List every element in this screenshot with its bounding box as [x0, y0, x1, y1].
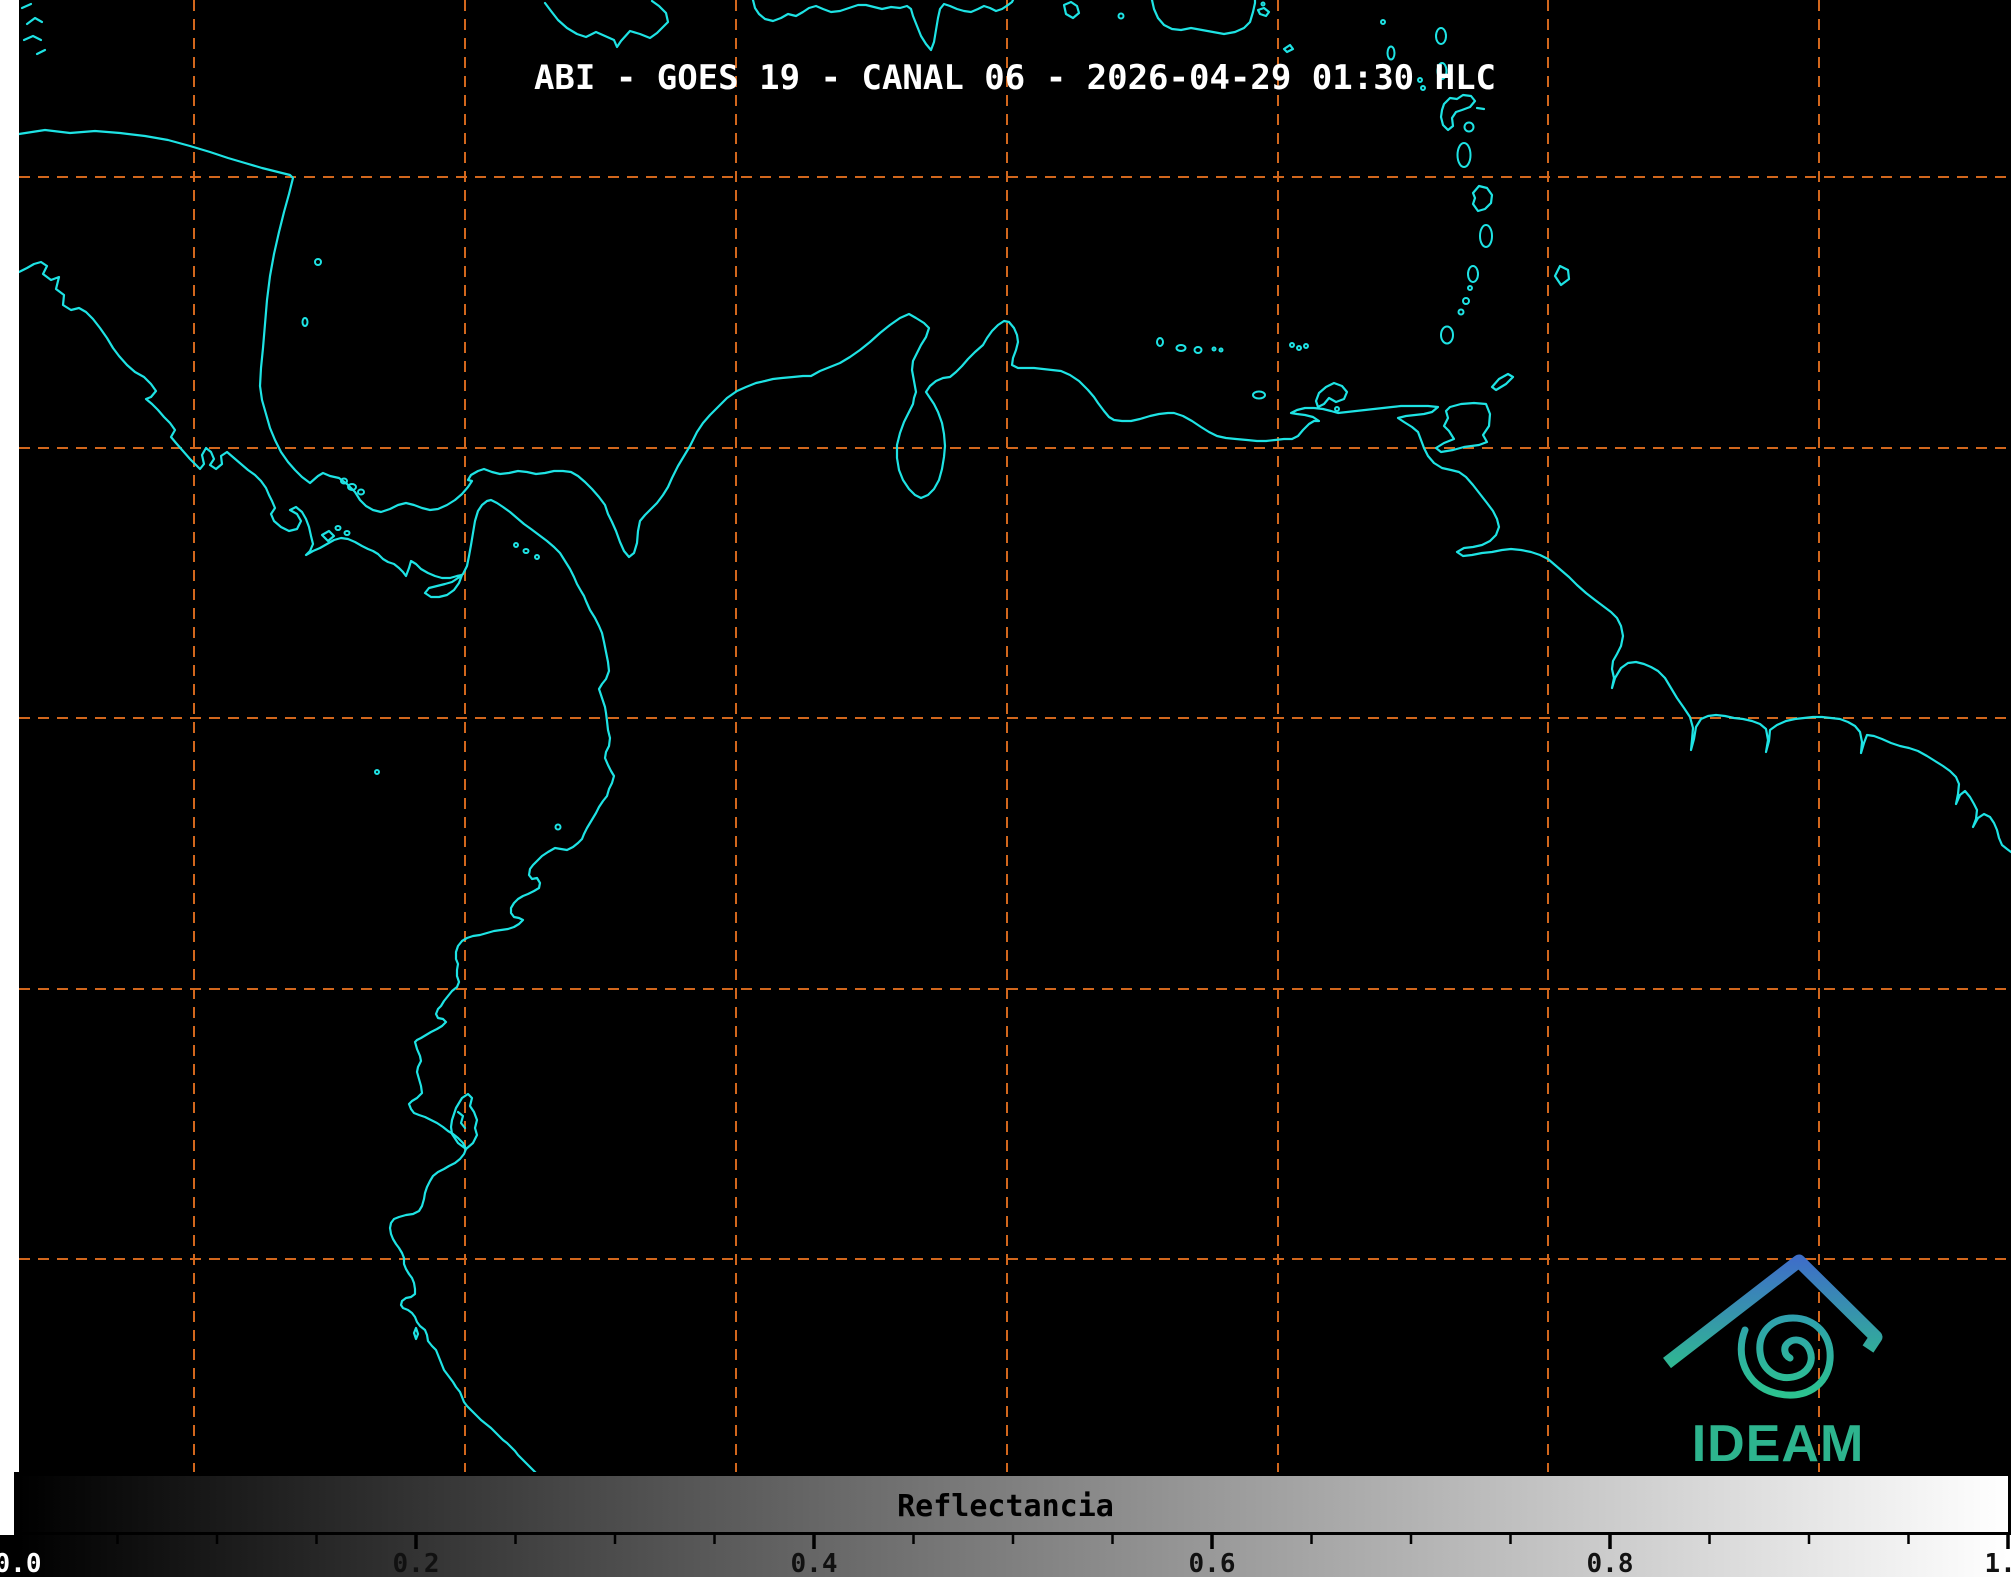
map-background — [0, 0, 2011, 1473]
colorbar-tick-label: 0.0 — [0, 1549, 41, 1577]
satellite-image-figure: IDEAM ABI - GOES 19 - CANAL 06 - 2026-04… — [0, 0, 2011, 1577]
colorbar-label: Reflectancia — [897, 1489, 1114, 1524]
island — [1475, 106, 1486, 111]
ideam-logo-text: IDEAM — [1692, 1415, 1865, 1473]
colorbar-axis: 0.0 0.2 0.4 0.6 0.8 1.0 — [0, 1535, 2011, 1577]
image-title: ABI - GOES 19 - CANAL 06 - 2026-04-29 01… — [533, 58, 1497, 98]
map-canvas: IDEAM — [0, 0, 2011, 1473]
colorbar-tick-label: 0.2 — [393, 1549, 440, 1577]
colorbar-tick-label: 0.8 — [1587, 1549, 1634, 1577]
colorbar-tick-label: 1.0 — [1985, 1549, 2011, 1577]
colorbar-tick-label: 0.6 — [1189, 1549, 1236, 1577]
colorbar-tick-label: 0.4 — [791, 1549, 838, 1577]
map-left-margin-cover — [0, 0, 19, 1473]
